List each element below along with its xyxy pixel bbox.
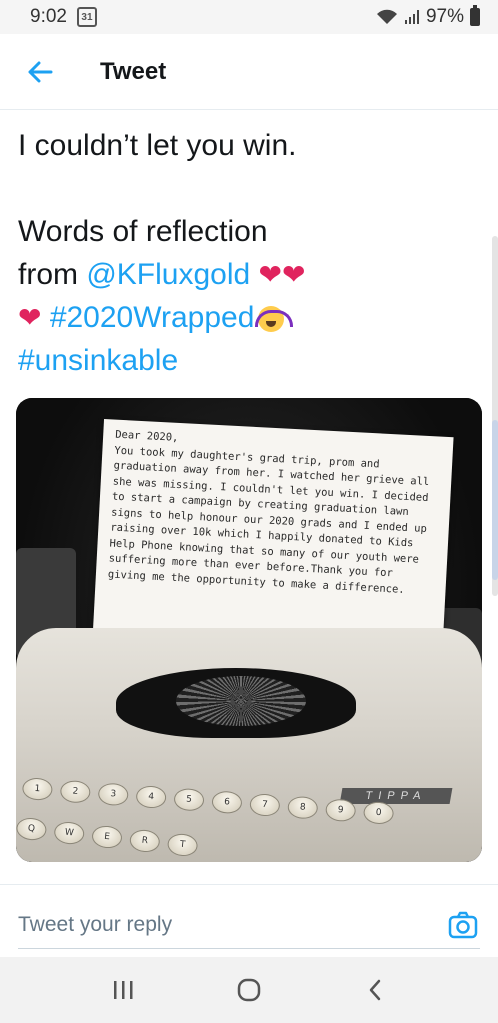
typewriter-key: 7 (249, 792, 281, 817)
typewriter-key: R (128, 828, 161, 854)
hashtag-2020wrapped[interactable]: #2020Wrapped (50, 301, 255, 334)
battery-icon (470, 5, 480, 26)
typewriter-typebars (176, 676, 306, 726)
typewriter-key: E (90, 824, 124, 850)
system-back-button[interactable] (345, 965, 405, 1015)
typewriter-key: T (166, 832, 199, 858)
tweet-line-3: from @KFluxgold ❤❤ (18, 253, 458, 296)
typewriter-key: W (53, 820, 86, 846)
hashtag-unsinkable[interactable]: #unsinkable (18, 344, 178, 377)
typewriter-key: 6 (211, 790, 243, 815)
tweet-line-3-prefix: from (18, 258, 87, 291)
wifi-icon (376, 9, 397, 24)
heart-emoji-pair: ❤❤ (258, 259, 306, 290)
back-button[interactable] (10, 42, 70, 102)
camera-button[interactable] (446, 908, 480, 942)
typewriter-key: Q (16, 816, 48, 842)
recent-apps-button[interactable] (93, 965, 153, 1015)
typed-letter: Dear 2020, You took my daughter's grad t… (92, 418, 454, 660)
typewriter-key: 8 (287, 795, 319, 820)
reply-divider (0, 884, 498, 885)
typewriter-key: 1 (21, 777, 54, 802)
page-title: Tweet (100, 57, 167, 85)
camera-icon (448, 911, 478, 939)
tweet-line-5: #unsinkable (18, 339, 458, 382)
typewriter-key: 2 (59, 779, 92, 804)
status-right: 97% (376, 5, 480, 28)
battery-percent: 97% (425, 6, 464, 27)
status-bar: 9:02 31 97% (0, 0, 498, 34)
status-time: 9:02 (30, 6, 67, 27)
home-button[interactable] (219, 965, 279, 1015)
tweet-line-4: ❤ #2020Wrapped (18, 296, 458, 339)
recent-apps-icon (114, 981, 133, 999)
headphones-face-emoji-icon (255, 306, 294, 333)
back-arrow-icon (28, 61, 53, 82)
signal-icon (404, 10, 419, 24)
reply-bar: Tweet your reply (0, 895, 498, 955)
status-left: 9:02 31 (30, 6, 97, 28)
mention-link[interactable]: @KFluxgold (86, 258, 250, 291)
typewriter-key: 0 (362, 800, 395, 825)
chevron-left-icon (369, 979, 381, 1001)
typewriter-key: 5 (173, 787, 205, 812)
tweet-line-1: I couldn’t let you win. (18, 129, 297, 162)
home-icon (237, 978, 261, 1002)
tweet-line-2: Words of reflection (18, 215, 268, 248)
calendar-icon: 31 (76, 7, 97, 27)
tweet-text: I couldn’t let you win. Words of reflect… (18, 124, 458, 382)
typewriter-key: 3 (97, 782, 129, 807)
reply-input[interactable]: Tweet your reply (18, 913, 172, 937)
typewriter-key: 4 (135, 785, 167, 810)
heart-emoji: ❤ (18, 302, 42, 333)
typewriter-key: 9 (324, 798, 357, 823)
tweet-photo[interactable]: Dear 2020, You took my daughter's grad t… (16, 398, 482, 862)
system-nav-bar (0, 957, 498, 1023)
scrollbar-thumb[interactable] (492, 420, 498, 580)
reply-underline (18, 948, 480, 949)
app-header: Tweet (0, 34, 498, 110)
